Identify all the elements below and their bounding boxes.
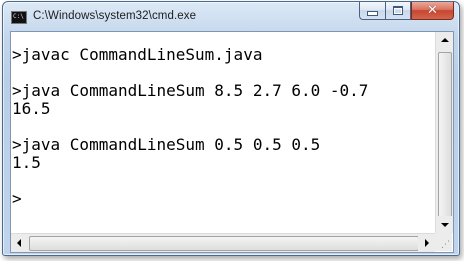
scroll-up-button[interactable] — [436, 32, 453, 49]
console-line: >javac CommandLineSum.java — [12, 45, 263, 64]
cmd-icon[interactable]: C:\ — [11, 11, 27, 24]
scroll-right-button[interactable] — [418, 234, 435, 252]
horizontal-scrollbar[interactable] — [11, 233, 435, 252]
vertical-scroll-thumb[interactable] — [438, 52, 452, 229]
minimize-icon — [367, 11, 378, 16]
arrow-down-icon — [441, 223, 449, 227]
close-button[interactable]: ✕ — [411, 2, 454, 20]
console-line: >java CommandLineSum 8.5 2.7 6.0 -0.7 — [12, 81, 369, 100]
prompt-line: > — [12, 189, 22, 208]
console-client-area: >javac CommandLineSum.java >java Command… — [10, 31, 454, 253]
window-title: C:\Windows\system32\cmd.exe — [33, 10, 197, 22]
minimize-button[interactable] — [359, 2, 385, 20]
resize-grip-icon: ⋰ — [441, 240, 450, 250]
horizontal-scroll-thumb[interactable] — [29, 236, 419, 251]
console-output[interactable]: >javac CommandLineSum.java >java Command… — [11, 32, 435, 233]
maximize-button[interactable] — [385, 2, 411, 20]
caption-buttons: ✕ — [359, 2, 454, 21]
arrow-up-icon — [441, 38, 449, 42]
arrow-left-icon — [17, 239, 21, 247]
arrow-right-icon — [425, 239, 429, 247]
close-icon: ✕ — [427, 3, 438, 18]
maximize-icon — [393, 6, 403, 15]
vertical-scrollbar[interactable] — [435, 32, 453, 233]
cmd-window: C:\ C:\Windows\system32\cmd.exe ✕ >javac… — [2, 1, 460, 256]
resize-grip[interactable]: ⋰ — [435, 233, 452, 251]
console-line: 1.5 — [12, 153, 41, 172]
scroll-down-button[interactable] — [436, 216, 453, 233]
title-bar[interactable]: C:\ C:\Windows\system32\cmd.exe ✕ — [3, 2, 459, 32]
console-line: 16.5 — [12, 99, 51, 118]
console-line: >java CommandLineSum 0.5 0.5 0.5 — [12, 135, 321, 154]
scroll-left-button[interactable] — [11, 234, 28, 252]
cmd-icon-text: C:\ — [13, 13, 24, 20]
